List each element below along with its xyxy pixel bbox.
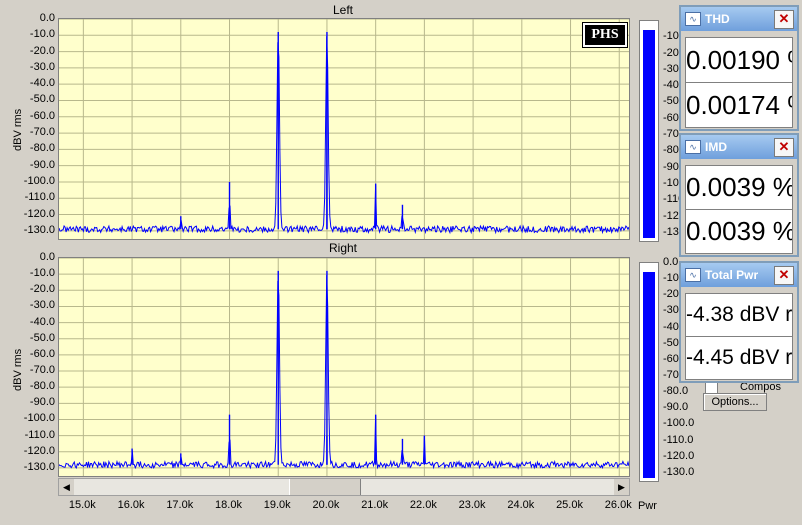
y-tick-label: 0.0	[39, 12, 55, 24]
imd-title-bar[interactable]: ∿ IMD ✕	[681, 135, 797, 159]
y-tick-label: -80.0	[29, 380, 55, 393]
total-pwr-window[interactable]: ∿ Total Pwr ✕ -4.38 dBV rms -4.45 dBV rm…	[679, 261, 799, 383]
x-tick-label: 25.0k	[556, 499, 583, 511]
meter-tick-label: -100.0	[663, 417, 695, 430]
meter-window-icon: ∿	[685, 140, 701, 154]
left-spectrum-plot[interactable]: PHS	[58, 18, 630, 240]
meter-tick-label: -110.0	[663, 433, 694, 446]
meter-tick-label: -30	[663, 62, 679, 75]
y-tick-label: -40.0	[29, 315, 55, 328]
y-tick-label: -130.0	[23, 460, 55, 473]
right-level-meter	[639, 262, 659, 482]
y-tick-label: -90.0	[29, 158, 55, 171]
meter-tick-label: -70	[663, 128, 679, 141]
y-tick-label: -50.0	[29, 331, 55, 344]
thd-window[interactable]: ∿ THD ✕ 0.00190 % 0.00174 %	[679, 5, 799, 131]
total-pwr-title: Total Pwr	[705, 268, 759, 282]
x-tick-label: 15.0k	[68, 499, 96, 511]
left-plot-title: Left	[332, 3, 353, 17]
meter-tick-label: 0.0	[663, 256, 679, 268]
y-tick-label: -30.0	[29, 60, 55, 73]
y-tick-label: -20.0	[29, 283, 55, 296]
total-pwr-readout-right: -4.45 dBV rms	[685, 336, 793, 380]
pwr-label: Pwr	[638, 500, 657, 512]
y-tick-label: -130.0	[23, 223, 55, 236]
thd-readout-left: 0.00190 %	[685, 37, 793, 83]
meter-tick-label: -40	[663, 79, 679, 92]
left-level-meter	[639, 20, 659, 242]
meter-window-icon: ∿	[685, 12, 701, 26]
imd-title: IMD	[705, 140, 727, 154]
thd-readout-right: 0.00174 %	[685, 82, 793, 128]
y-tick-label: 0.0	[39, 251, 55, 263]
y-tick-label: -20.0	[29, 44, 55, 57]
thd-title-bar[interactable]: ∿ THD ✕	[681, 7, 797, 31]
meter-window-icon: ∿	[685, 268, 701, 282]
left-meter-fill	[643, 30, 655, 238]
y-tick-label: -70.0	[29, 364, 55, 377]
meter-tick-label: -80.0	[663, 385, 689, 398]
right-spectrum-plot[interactable]	[58, 257, 630, 477]
total-pwr-close-button[interactable]: ✕	[774, 266, 794, 285]
scroll-right-arrow[interactable]: ▶	[614, 479, 629, 495]
meter-tick-label: -50	[663, 95, 679, 108]
horizontal-scrollbar[interactable]: ◀ ▶	[58, 478, 630, 496]
y-tick-label: -120.0	[23, 444, 55, 457]
total-pwr-title-bar[interactable]: ∿ Total Pwr ✕	[681, 263, 797, 287]
y-tick-label: -30.0	[29, 299, 55, 312]
x-tick-label: 22.0k	[409, 499, 437, 511]
scroll-thumb[interactable]	[289, 479, 361, 495]
x-tick-label: 17.0k	[166, 499, 194, 511]
y-tick-label: -40.0	[29, 77, 55, 90]
options-button[interactable]: Options...	[703, 393, 767, 411]
x-tick-label: 26.0k	[604, 499, 632, 511]
meter-tick-label: -130.0	[663, 465, 695, 478]
y-tick-label: -120.0	[23, 207, 55, 220]
y-tick-label: -100.0	[23, 412, 55, 425]
x-tick-label: 18.0k	[215, 499, 242, 511]
meter-tick-label: -20	[663, 46, 679, 59]
meter-tick-label: -90.0	[663, 401, 689, 414]
thd-title: THD	[705, 12, 730, 26]
left-spectrum-svg	[58, 18, 630, 239]
scroll-left-arrow[interactable]: ◀	[59, 479, 74, 495]
y-tick-label: -10.0	[29, 28, 55, 41]
right-spectrum-svg	[58, 257, 630, 476]
y-tick-label: -60.0	[29, 109, 55, 122]
x-tick-label: 24.0k	[507, 499, 535, 511]
x-tick-label: 16.0k	[117, 499, 145, 511]
y-tick-label: -110.0	[24, 191, 55, 204]
imd-readout-left: 0.0039 %	[685, 165, 793, 210]
imd-window[interactable]: ∿ IMD ✕ 0.0039 % 0.0039 %	[679, 133, 799, 257]
meter-tick-label: -90	[663, 160, 679, 173]
imd-close-button[interactable]: ✕	[774, 138, 794, 157]
meter-tick-label: -120.0	[663, 449, 695, 462]
spectrum-trace	[58, 36, 630, 235]
thd-close-button[interactable]: ✕	[774, 10, 794, 29]
imd-readout-right: 0.0039 %	[685, 209, 793, 254]
y-tick-label: -80.0	[29, 142, 55, 155]
meter-tick-label: -10	[663, 30, 679, 43]
x-tick-label: 21.0k	[361, 499, 389, 511]
y-tick-label: -50.0	[29, 93, 55, 106]
right-meter-fill	[643, 272, 655, 478]
x-tick-label: 19.0k	[263, 499, 291, 511]
y-tick-label: -10.0	[29, 267, 55, 280]
y-tick-label: -100.0	[23, 174, 55, 187]
x-tick-label: 23.0k	[458, 499, 486, 511]
meter-tick-label: -80	[663, 144, 679, 157]
phs-badge: PHS	[582, 22, 628, 48]
meter-tick-label: -60	[663, 111, 679, 124]
y-tick-label: -70.0	[29, 126, 55, 139]
y-tick-label: -110.0	[24, 428, 55, 441]
right-plot-title: Right	[328, 241, 357, 255]
x-tick-label: 20.0k	[312, 499, 340, 511]
y-tick-label: -60.0	[29, 347, 55, 360]
total-pwr-readout-left: -4.38 dBV rms	[685, 293, 793, 337]
y-tick-label: -90.0	[29, 396, 55, 409]
